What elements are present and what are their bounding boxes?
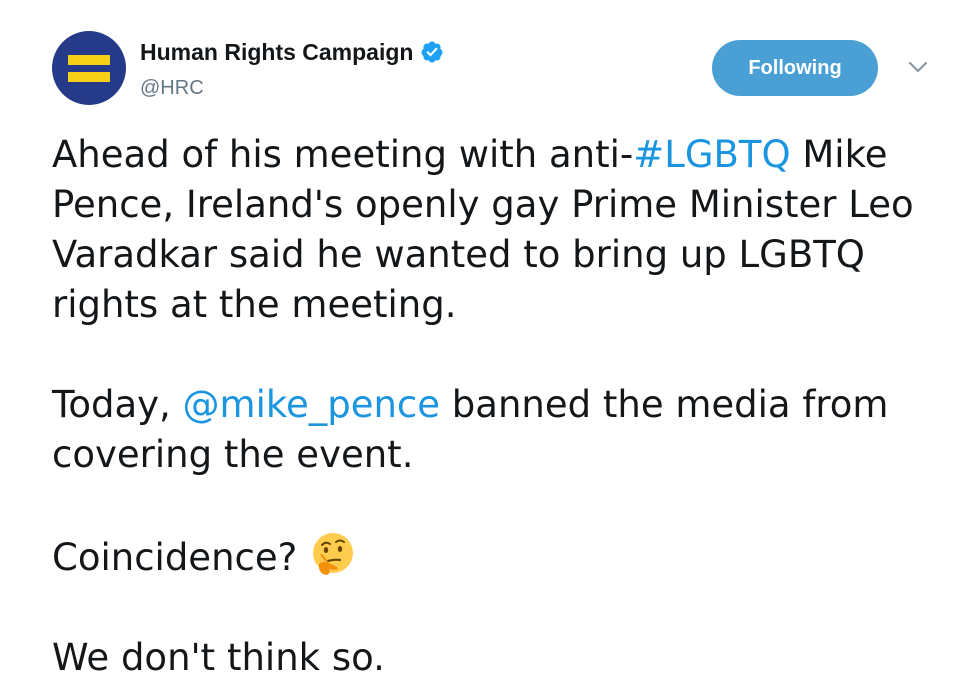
thinking-face-icon [313,533,354,575]
tweet-paragraph-2: Today, @mike_pence banned the media from… [52,380,952,480]
avatar[interactable] [52,31,126,105]
following-button[interactable]: Following [712,40,878,96]
chevron-down-icon[interactable] [906,58,930,76]
verified-badge-icon [421,41,443,63]
avatar-bar-bottom [68,72,110,82]
tweet-paragraph-3: Coincidence? [52,530,952,583]
tweet-paragraph-1: Ahead of his meeting with anti-#LGBTQ Mi… [52,130,952,330]
author-handle[interactable]: @HRC [140,76,204,100]
paragraph-3-text: Coincidence? [52,536,298,579]
author-name-row[interactable]: Human Rights Campaign [140,38,444,66]
avatar-bar-top [68,55,110,65]
hashtag-lgbtq-link[interactable]: #LGBTQ [633,133,790,176]
paragraph-2-prefix: Today, [52,383,183,426]
paragraph-1-prefix: Ahead of his meeting with anti- [52,133,634,176]
tweet-paragraph-4: We don't think so. [52,633,952,683]
author-display-name[interactable]: Human Rights Campaign [140,38,413,66]
paragraph-4-text: We don't think so. [52,636,385,679]
mention-mike-pence-link[interactable]: @mike_pence [183,383,441,426]
tweet-text: Ahead of his meeting with anti-#LGBTQ Mi… [52,130,952,683]
